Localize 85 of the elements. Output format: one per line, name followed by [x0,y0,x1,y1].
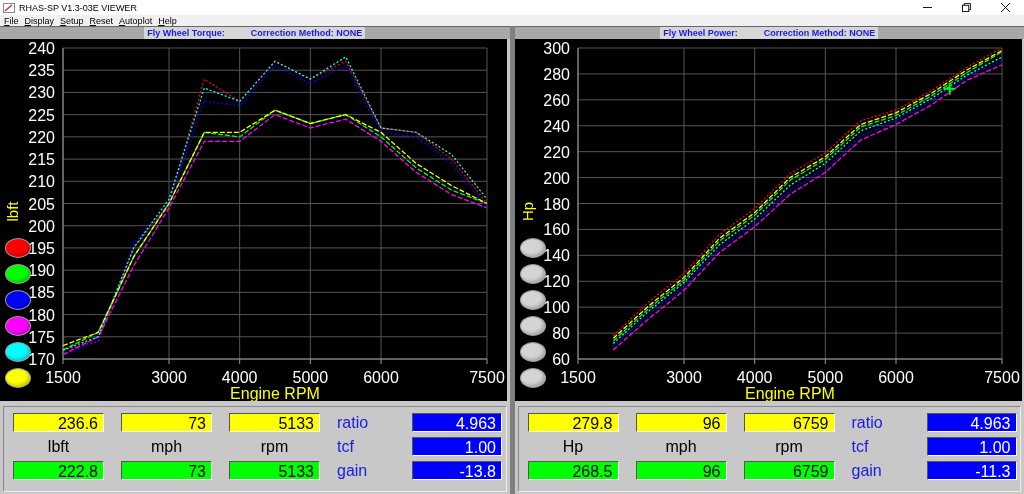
tick-label: 160 [542,221,570,239]
tick-label: 4000 [221,369,258,386]
factor-label: tcf [851,437,870,456]
tick-label: 140 [542,247,570,265]
axis-title: lbft [4,201,21,222]
factor-value: -11.3 [926,461,1017,480]
tick-label: 4000 [736,369,772,386]
menu-item[interactable]: Autoplot [119,15,153,26]
unit-label: rpm [259,437,290,456]
current-value: 5133 [229,413,320,432]
tick-label: 220 [542,143,570,161]
tick-label: 120 [542,273,570,291]
peak-value: 96 [635,461,727,480]
factor-value: 1.00 [926,437,1017,456]
peak-value: 73 [121,461,212,480]
menu-item[interactable]: Setup [60,15,84,26]
tick-label: 6000 [363,369,399,386]
menu-item[interactable]: File [4,15,19,26]
factor-value: -13.8 [412,461,502,480]
tick-label: 240 [28,40,55,57]
tick-label: 180 [28,306,55,324]
factor-label: ratio [851,413,884,432]
menu-item[interactable]: Help [158,15,177,26]
peak-value: 5133 [229,461,320,480]
current-value: 73 [121,413,212,432]
factor-label: gain [337,461,369,480]
tick-label: 210 [28,173,55,191]
window-title: RHAS-SP V1.3-03E VIEWER [19,2,137,13]
unit-label: Hp [561,437,585,456]
restore-icon[interactable] [962,3,971,12]
factor-value: 1.00 [412,437,502,456]
tick-label: 175 [28,328,55,346]
tick-label: 190 [28,262,55,280]
current-value: 279.8 [527,413,619,432]
tick-label: 205 [28,195,55,213]
tick-label: 1500 [45,369,81,386]
menu-item[interactable]: Reset [89,15,114,26]
tick-label: 220 [28,128,55,146]
current-value: 6759 [743,413,835,432]
peak-value: 6759 [743,461,835,480]
tick-label: 7500 [983,369,1020,386]
tick-label: 235 [28,62,55,80]
tick-label: 200 [28,217,55,235]
tick-label: 260 [542,91,570,109]
tick-label: 180 [542,195,570,213]
factor-value: 4.963 [412,413,502,432]
tick-label: 300 [542,40,570,57]
tick-label: 7500 [469,369,505,386]
unit-label: mph [664,437,698,456]
factor-label: gain [851,461,883,480]
tick-label: 60 [551,351,570,368]
factor-value: 4.963 [926,413,1017,432]
tick-label: 215 [28,151,55,169]
tick-label: 6000 [877,369,914,386]
close-icon[interactable] [1001,3,1010,12]
correction-method: Correction Method: NONE [763,28,876,38]
tick-label: 3000 [665,369,702,386]
peak-value: 268.5 [527,461,619,480]
factor-label: ratio [337,413,370,432]
tick-label: 185 [28,284,55,302]
tick-label: 225 [28,106,55,124]
unit-label: lbft [46,437,71,456]
current-value: 236.6 [13,413,104,432]
axis-title: Hp [518,201,536,222]
tick-label: 200 [542,169,570,187]
tick-label: 80 [551,325,570,343]
tick-label: 170 [28,351,55,368]
tick-label: 230 [28,84,55,102]
peak-value: 222.8 [13,461,104,480]
tick-label: 3000 [151,369,187,386]
tick-label: 5000 [807,369,843,386]
factor-label: tcf [337,437,355,456]
tick-label: 280 [542,65,570,83]
correction-method: Correction Method: NONE [250,28,363,38]
tick-label: 5000 [292,369,329,386]
tick-label: 100 [542,299,570,317]
unit-label: mph [149,437,184,456]
menu-item[interactable]: Display [24,15,55,26]
tick-label: 1500 [559,369,596,386]
tick-label: 195 [28,239,55,257]
chart-title: Fly Wheel Torque: [147,28,225,38]
current-value: 96 [635,413,727,432]
chart-title: Fly Wheel Power: [663,28,738,38]
tick-label: 240 [542,117,570,135]
unit-label: rpm [774,437,804,456]
